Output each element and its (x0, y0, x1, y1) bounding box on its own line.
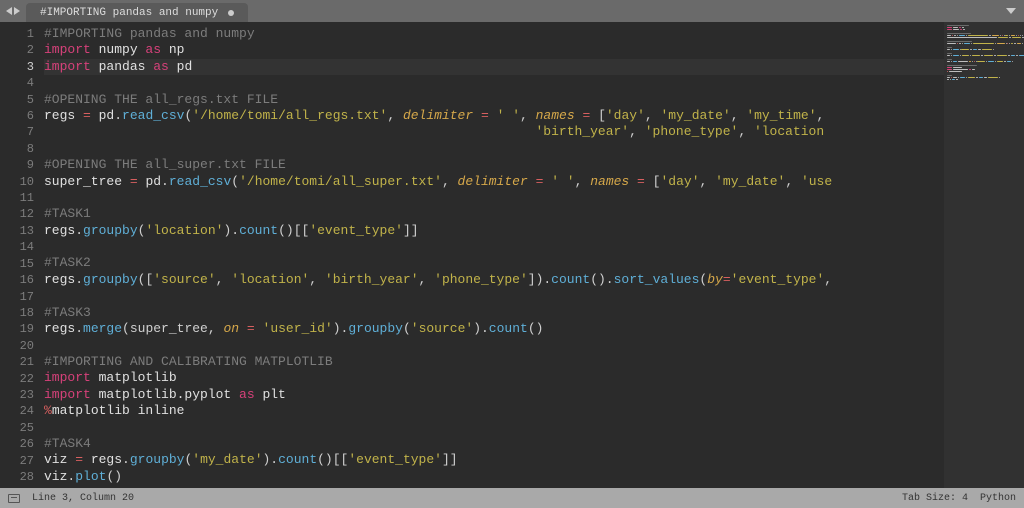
line-number: 10 (0, 174, 34, 190)
nav-arrows (0, 0, 26, 22)
code-line: #IMPORTING AND CALIBRATING MATPLOTLIB (44, 354, 944, 370)
code-line (44, 288, 944, 304)
code-line (44, 419, 944, 435)
line-number: 17 (0, 289, 34, 305)
code-line: regs = pd.read_csv('/home/tomi/all_regs.… (44, 108, 944, 124)
line-number: 27 (0, 453, 34, 469)
tab-title: #IMPORTING pandas and numpy (40, 7, 218, 19)
code-line: import matplotlib.pyplot as plt (44, 387, 944, 403)
code-line: #TASK1 (44, 206, 944, 222)
code-line: #TASK3 (44, 305, 944, 321)
code-line: %matplotlib inline (44, 403, 944, 419)
line-number: 14 (0, 239, 34, 255)
code-line (44, 190, 944, 206)
code-area[interactable]: #IMPORTING pandas and numpyimport numpy … (44, 22, 944, 488)
code-line: #TASK2 (44, 255, 944, 271)
editor: 1234567891011121314151617181920212223242… (0, 22, 1024, 488)
forward-icon[interactable] (14, 7, 20, 15)
cursor-position[interactable]: Line 3, Column 20 (32, 493, 134, 504)
line-number: 7 (0, 124, 34, 140)
code-line (44, 75, 944, 91)
code-line: super_tree = pd.read_csv('/home/tomi/all… (44, 174, 944, 190)
line-number: 16 (0, 272, 34, 288)
line-number: 8 (0, 141, 34, 157)
code-line: regs.groupby('location').count()[['event… (44, 223, 944, 239)
code-line: 'birth_year', 'phone_type', 'location (44, 124, 944, 140)
code-line: #IMPORTING pandas and numpy (44, 26, 944, 42)
code-line: regs.groupby(['source', 'location', 'bir… (44, 272, 944, 288)
code-line (44, 239, 944, 255)
code-line: import numpy as np (44, 42, 944, 58)
syntax-mode[interactable]: Python (980, 493, 1016, 504)
chevron-down-icon[interactable] (1006, 8, 1016, 14)
panel-icon[interactable] (8, 494, 20, 503)
line-number: 24 (0, 403, 34, 419)
line-number: 5 (0, 92, 34, 108)
file-tab[interactable]: #IMPORTING pandas and numpy (26, 3, 248, 22)
line-number: 3 (0, 59, 34, 75)
line-number: 25 (0, 420, 34, 436)
tabbar-end (998, 0, 1024, 22)
line-number: 11 (0, 190, 34, 206)
line-number: 4 (0, 75, 34, 91)
code-line: viz = regs.groupby('my_date').count()[['… (44, 452, 944, 468)
line-number: 13 (0, 223, 34, 239)
line-number: 26 (0, 436, 34, 452)
line-number: 22 (0, 371, 34, 387)
code-line: #OPENING THE all_super.txt FILE (44, 157, 944, 173)
line-number: 20 (0, 338, 34, 354)
minimap[interactable] (944, 22, 1024, 488)
code-line (44, 337, 944, 353)
title-bar: #IMPORTING pandas and numpy (0, 0, 1024, 22)
line-number: 9 (0, 157, 34, 173)
line-number: 28 (0, 469, 34, 485)
line-number: 18 (0, 305, 34, 321)
code-line: viz.plot() (44, 469, 944, 485)
dirty-indicator-icon (228, 10, 234, 16)
line-gutter: 1234567891011121314151617181920212223242… (0, 22, 44, 488)
line-number: 2 (0, 42, 34, 58)
status-bar: Line 3, Column 20 Tab Size: 4 Python (0, 488, 1024, 508)
line-number: 21 (0, 354, 34, 370)
line-number: 6 (0, 108, 34, 124)
code-line (44, 141, 944, 157)
line-number: 19 (0, 321, 34, 337)
code-line: import pandas as pd (44, 59, 944, 75)
code-line: import matplotlib (44, 370, 944, 386)
line-number: 15 (0, 256, 34, 272)
code-line: regs.merge(super_tree, on = 'user_id').g… (44, 321, 944, 337)
line-number: 1 (0, 26, 34, 42)
line-number: 23 (0, 387, 34, 403)
back-icon[interactable] (6, 7, 12, 15)
line-number: 12 (0, 206, 34, 222)
code-line: #OPENING THE all_regs.txt FILE (44, 92, 944, 108)
tab-size[interactable]: Tab Size: 4 (902, 493, 968, 504)
code-line: #TASK4 (44, 436, 944, 452)
